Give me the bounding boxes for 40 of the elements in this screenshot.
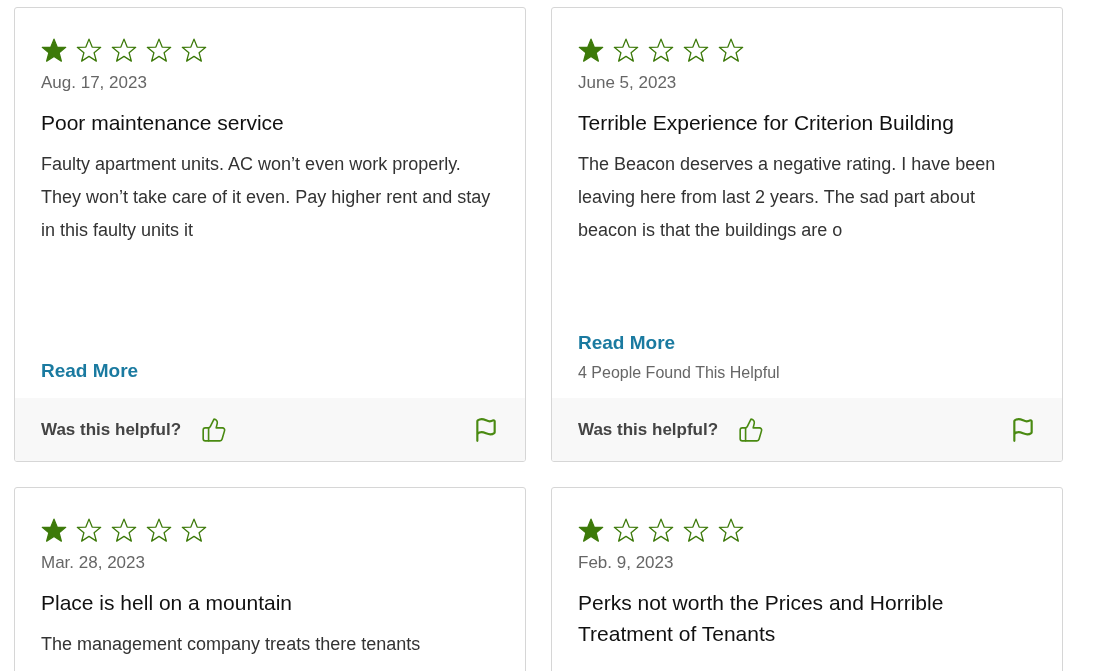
thumbs-up-icon[interactable]	[201, 416, 228, 443]
empty-star-icon	[648, 38, 674, 63]
empty-star-icon	[718, 518, 744, 543]
review-title: Perks not worth the Prices and Horrible Treatment of Tenants	[578, 590, 945, 647]
flag-icon[interactable]	[1010, 416, 1036, 443]
read-more-link[interactable]: Read More	[41, 360, 139, 382]
review-title: Poor maintenance service	[41, 110, 285, 136]
review-title: Terrible Experience for Criterion Building	[578, 110, 955, 136]
empty-star-icon	[683, 518, 709, 543]
review-date: June 5, 2023	[578, 73, 678, 93]
review-text: The Beacon deserves a negative rating. I have been leaving here from last 2 years. The sad part about beacon is that the buildings are o	[578, 153, 997, 242]
review-date: Mar. 28, 2023	[41, 553, 146, 573]
filled-star-icon	[41, 518, 67, 543]
review-text: The management company treats there tenants	[41, 633, 422, 656]
helpful-count: 4 People Found This Helpful	[578, 364, 781, 382]
empty-star-icon	[146, 518, 172, 543]
empty-star-icon	[683, 38, 709, 63]
filled-star-icon	[41, 38, 67, 63]
empty-star-icon	[76, 38, 102, 63]
review-text: Faulty apartment units. AC won’t even work properly. They won’t take care of it even. Pay higher rent and stay in this faulty units it	[41, 153, 492, 242]
empty-star-icon	[146, 38, 172, 63]
flag-icon[interactable]	[473, 416, 499, 443]
empty-star-icon	[111, 518, 137, 543]
empty-star-icon	[181, 518, 207, 543]
helpful-question: Was this helpful?	[578, 419, 719, 440]
empty-star-icon	[76, 518, 102, 543]
empty-star-icon	[718, 38, 744, 63]
filled-star-icon	[578, 38, 604, 63]
helpful-question: Was this helpful?	[41, 419, 182, 440]
read-more-link[interactable]: Read More	[578, 332, 676, 354]
review-title: Place is hell on a mountain	[41, 590, 293, 616]
filled-star-icon	[578, 518, 604, 543]
review-date: Feb. 9, 2023	[578, 553, 675, 573]
thumbs-up-icon[interactable]	[738, 416, 765, 443]
empty-star-icon	[613, 38, 639, 63]
empty-star-icon	[111, 38, 137, 63]
empty-star-icon	[613, 518, 639, 543]
empty-star-icon	[181, 38, 207, 63]
empty-star-icon	[648, 518, 674, 543]
review-date: Aug. 17, 2023	[41, 73, 148, 93]
